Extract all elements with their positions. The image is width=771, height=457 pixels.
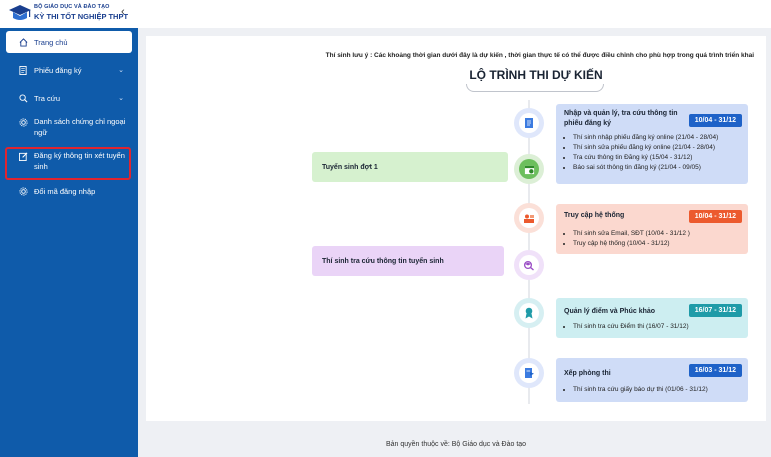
footer-copyright: Bản quyền thuộc về: Bộ Giáo dục và Đào t… (385, 441, 527, 448)
list-item: Thí sinh tra cứu giấy báo dự thi (01/06 … (573, 385, 740, 395)
title-underline (466, 84, 604, 92)
sidebar-item-label: ngữ (34, 128, 48, 137)
calendar-icon (519, 159, 539, 179)
step-card-registration: Nhập và quản lý, tra cứu thông tin phiếu… (556, 104, 748, 184)
chevron-down-icon: ⌄ (118, 67, 124, 74)
sidebar-item-label: Phiếu đăng ký (34, 65, 82, 75)
date-badge: 16/03 - 31/12 (688, 364, 742, 377)
sidebar-item-lookup[interactable]: Tra cứu ⌄ (6, 87, 132, 109)
step-list: Thí sinh sửa Email, SĐT (10/04 - 31/12 )… (564, 229, 740, 249)
step-card-score-management: Quản lý điểm và Phúc khảo 16/07 - 31/12 … (556, 298, 748, 338)
gear-icon (16, 186, 30, 196)
system-access-icon (519, 208, 539, 228)
step-card-admission-round-1: Tuyển sinh đợt 1 (312, 152, 508, 182)
timeline-node (514, 250, 544, 280)
top-bar: BỘ GIÁO DỤC VÀ ĐÀO TẠO KỲ THI TỐT NGHIỆP… (0, 0, 771, 28)
sidebar-item-registration-form[interactable]: Phiếu đăng ký ⌄ (6, 59, 132, 81)
step-list: Thí sinh nhập phiếu đăng ký online (21/0… (564, 133, 740, 173)
list-item: Thí sinh nhập phiếu đăng ký online (21/0… (573, 133, 740, 143)
page-title: LỘ TRÌNH THI DỰ KIẾN (469, 68, 603, 82)
step-list: Thí sinh tra cứu giấy báo dự thi (01/06 … (564, 385, 740, 395)
list-item: Tra cứu thông tin Đăng ký (15/04 - 31/12… (573, 153, 740, 163)
timeline-node (514, 108, 544, 138)
step-title: Thí sinh tra cứu thông tin tuyển sinh (322, 257, 444, 265)
notice-text: Thí sinh lưu ý : Các khoảng thời gian dư… (325, 52, 754, 59)
brand-exam-name: KỲ THI TỐT NGHIỆP THPT (34, 12, 129, 21)
award-icon (519, 303, 539, 323)
brand-ministry: BỘ GIÁO DỤC VÀ ĐÀO TẠO (34, 4, 110, 10)
sidebar-item-label: Đổi mã đăng nhập (34, 186, 96, 196)
main-content: Thí sinh lưu ý : Các khoảng thời gian dư… (146, 36, 766, 421)
sidebar-item-label: Trang chủ (34, 37, 68, 47)
timeline-node (514, 203, 544, 233)
graduation-search-icon (519, 255, 539, 275)
list-item: Truy cập hệ thống (10/04 - 31/12) (573, 239, 740, 249)
sidebar-item-label-wrap: Danh sách chứng chỉ ngoại ngữ (34, 116, 125, 138)
sidebar-item-change-login-code[interactable]: Đổi mã đăng nhập (6, 180, 132, 202)
collapse-sidebar-button[interactable]: ‹ (121, 6, 125, 18)
form-icon (16, 65, 30, 75)
date-badge: 10/04 - 31/12 (688, 210, 742, 223)
exam-room-icon (519, 363, 539, 383)
date-badge: 16/07 - 31/12 (688, 304, 742, 317)
step-title: Tuyển sinh đợt 1 (322, 163, 378, 171)
search-icon (16, 93, 30, 103)
sidebar: Trang chủ Phiếu đăng ký ⌄ Tra cứu ⌄ Danh… (0, 28, 138, 457)
home-icon (16, 37, 30, 47)
chevron-down-icon: ⌄ (118, 95, 124, 102)
list-item: Báo sai sót thông tin đăng ký (21/04 - 0… (573, 163, 740, 173)
gear-icon (16, 118, 30, 127)
sidebar-item-language-certificates[interactable]: Danh sách chứng chỉ ngoại ngữ (6, 114, 132, 142)
highlight-box (5, 147, 131, 180)
sidebar-item-label: Tra cứu (34, 93, 60, 103)
timeline-node (514, 298, 544, 328)
sidebar-item-label: Danh sách chứng chỉ ngoại (34, 117, 126, 126)
step-card-admission-lookup: Thí sinh tra cứu thông tin tuyển sinh (312, 246, 504, 276)
timeline-node (514, 358, 544, 388)
step-list: Thí sinh tra cứu Điểm thi (16/07 - 31/12… (564, 322, 740, 332)
list-item: Thí sinh tra cứu Điểm thi (16/07 - 31/12… (573, 322, 740, 332)
list-item: Thí sinh sửa phiếu đăng ký online (21/04… (573, 143, 740, 153)
step-card-exam-room: Xếp phòng thi 16/03 - 31/12 Thí sinh tra… (556, 358, 748, 402)
logo-icon (9, 5, 31, 20)
timeline-node (514, 154, 544, 184)
step-card-system-access: Truy cập hệ thống 10/04 - 31/12 Thí sinh… (556, 204, 748, 254)
sidebar-item-home[interactable]: Trang chủ (6, 31, 132, 53)
date-badge: 10/04 - 31/12 (688, 114, 742, 127)
list-item: Thí sinh sửa Email, SĐT (10/04 - 31/12 ) (573, 229, 740, 239)
document-icon (519, 113, 539, 133)
